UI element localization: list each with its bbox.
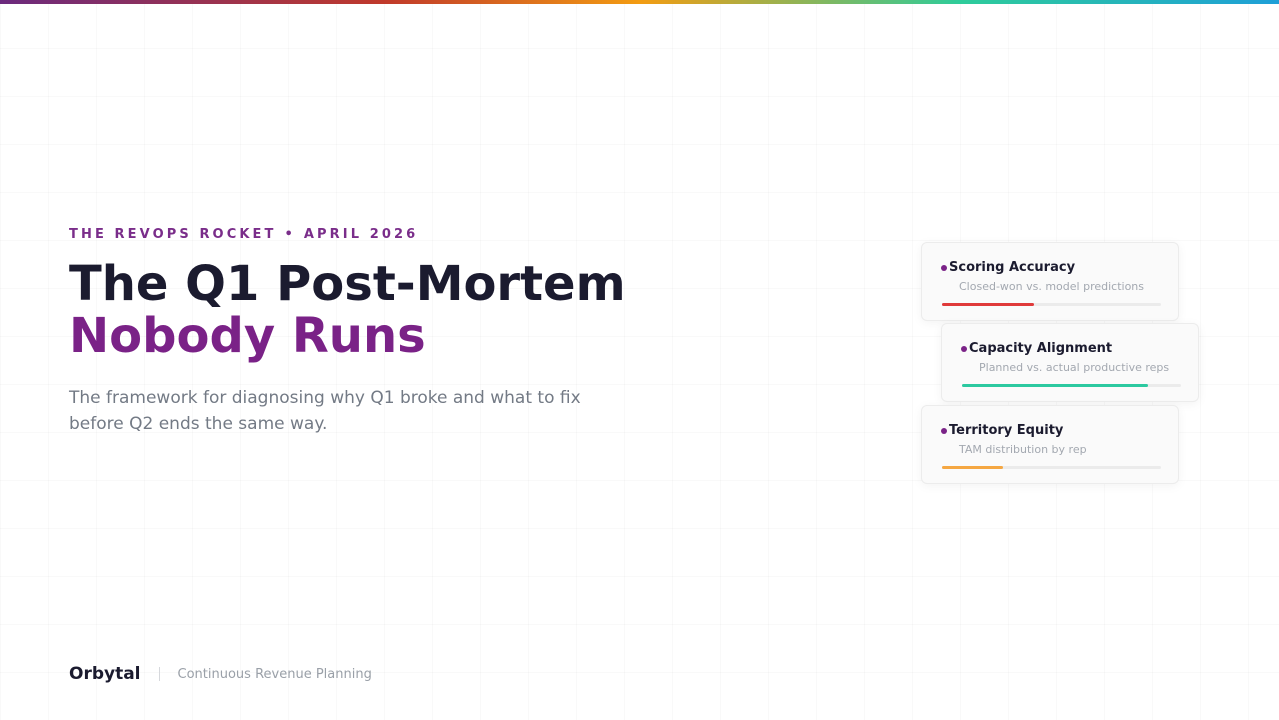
footer: Orbytal Continuous Revenue Planning <box>69 664 372 684</box>
title-line-1: The Q1 Post-Mortem <box>69 256 626 312</box>
card-description: TAM distribution by rep <box>959 443 1087 456</box>
progress-track <box>942 466 1161 469</box>
card-title: Scoring Accuracy <box>949 260 1076 275</box>
card-header: Capacity Alignment <box>961 341 1112 356</box>
card-capacity-alignment: Capacity Alignment Planned vs. actual pr… <box>941 323 1199 402</box>
card-scoring-accuracy: Scoring Accuracy Closed-won vs. model pr… <box>921 242 1179 321</box>
card-description: Planned vs. actual productive reps <box>979 361 1170 374</box>
eyebrow: THE REVOPS ROCKET • APRIL 2026 <box>69 227 418 242</box>
card-title: Capacity Alignment <box>969 341 1113 356</box>
top-gradient-bar <box>0 0 1279 4</box>
card-description: Closed-won vs. model predictions <box>959 280 1145 293</box>
card-territory-equity: Territory Equity TAM distribution by rep <box>921 405 1179 484</box>
footer-divider <box>158 667 160 681</box>
eyebrow-separator: • <box>284 227 296 242</box>
bullet-icon <box>941 427 947 434</box>
bullet-icon <box>961 345 967 352</box>
progress-track <box>942 303 1161 306</box>
subtitle: The framework for diagnosing why Q1 brok… <box>69 388 581 434</box>
page-title: The Q1 Post-Mortem Nobody Runs <box>69 258 626 362</box>
progress-track <box>962 384 1181 387</box>
title-line-2: Nobody Runs <box>69 308 426 364</box>
brand-tagline: Continuous Revenue Planning <box>177 666 372 682</box>
bullet-icon <box>941 264 947 271</box>
publication-date: APRIL 2026 <box>303 227 419 242</box>
brand-logo: Orbytal <box>69 664 141 684</box>
progress-fill <box>962 384 1149 387</box>
publication-name: THE REVOPS ROCKET <box>69 227 277 242</box>
card-title: Territory Equity <box>949 423 1064 438</box>
card-header: Territory Equity <box>941 423 1063 438</box>
progress-fill <box>942 466 1004 469</box>
card-header: Scoring Accuracy <box>941 260 1075 275</box>
progress-fill <box>942 303 1034 306</box>
